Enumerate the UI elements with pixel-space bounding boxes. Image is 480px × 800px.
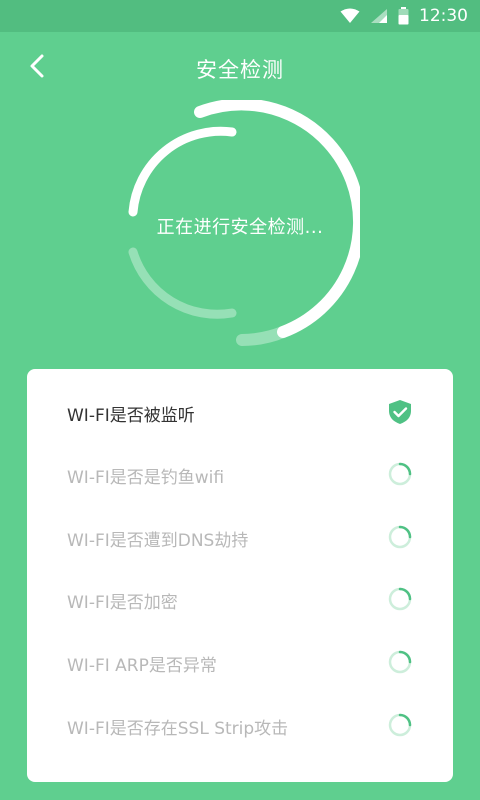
check-item-label: WI-FI是否加密 — [67, 593, 178, 613]
spinner-icon — [387, 712, 413, 738]
signal-icon — [370, 8, 388, 24]
check-item-label: WI-FI是否被监听 — [67, 406, 195, 426]
check-item-label: WI-FI是否是钓鱼wifi — [67, 468, 225, 488]
status-bar: 12:30 — [0, 0, 480, 32]
scan-status-text: 正在进行安全检测... — [156, 217, 324, 238]
header: 安全检测 — [0, 32, 480, 100]
check-item-label: WI-FI ARP是否异常 — [67, 656, 217, 676]
spinner-icon — [387, 524, 413, 550]
page-title: 安全检测 — [196, 58, 284, 82]
status-icons: 12:30 — [340, 0, 468, 32]
check-item-phishing: WI-FI是否是钓鱼wifi — [27, 443, 453, 505]
check-item-label: WI-FI是否遭到DNS劫持 — [67, 531, 249, 551]
check-item-encryption: WI-FI是否加密 — [27, 568, 453, 630]
spinner-icon — [387, 461, 413, 487]
check-item-monitored: WI-FI是否被监听 — [27, 381, 453, 443]
check-item-dns: WI-FI是否遭到DNS劫持 — [27, 506, 453, 568]
check-item-label: WI-FI是否存在SSL Strip攻击 — [67, 719, 289, 739]
check-item-arp: WI-FI ARP是否异常 — [27, 631, 453, 693]
spinner-icon — [387, 649, 413, 675]
status-time: 12:30 — [419, 6, 468, 26]
wifi-icon — [340, 8, 360, 24]
check-list-card: WI-FI是否被监听 WI-FI是否是钓鱼wifi WI-FI是否遭到DNS劫持… — [27, 369, 453, 782]
scan-progress-ring: 正在进行安全检测... — [120, 100, 360, 350]
shield-check-icon — [387, 399, 413, 425]
spinner-icon — [387, 586, 413, 612]
battery-icon — [398, 7, 409, 25]
check-item-ssl-strip: WI-FI是否存在SSL Strip攻击 — [27, 694, 453, 756]
